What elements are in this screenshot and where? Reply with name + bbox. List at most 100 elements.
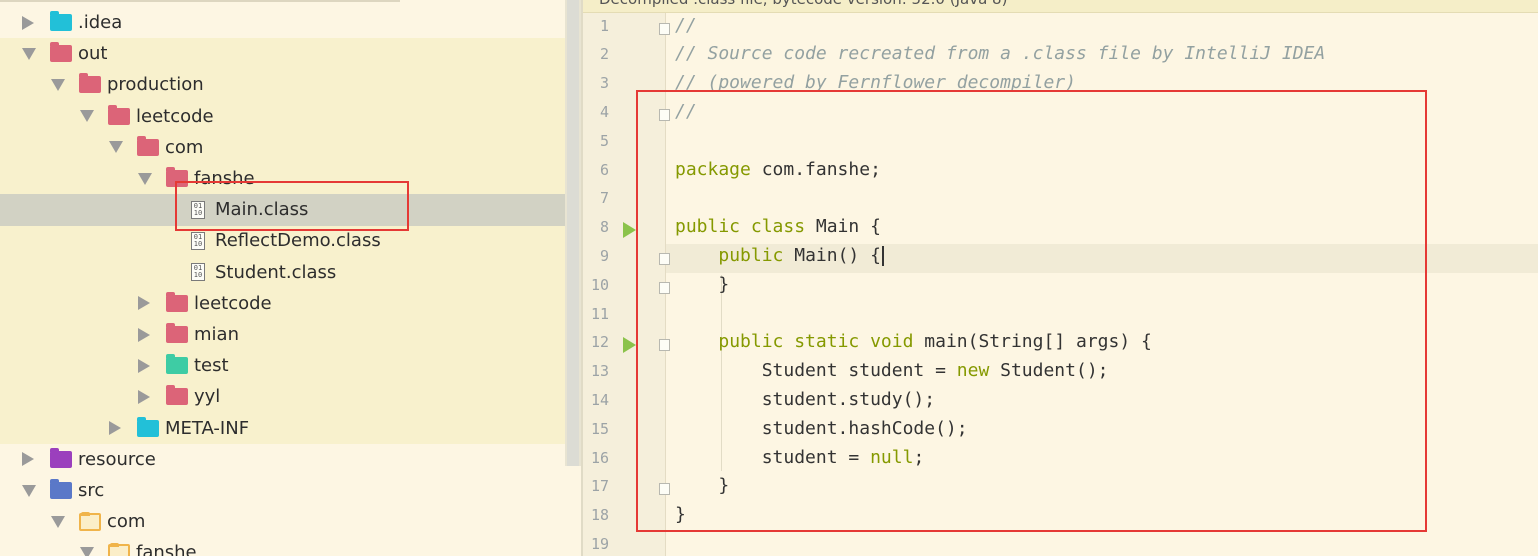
tree-item-resource[interactable]: resource	[22, 444, 156, 475]
tree-arrow-slot	[109, 421, 137, 436]
line-number: 7	[599, 189, 609, 208]
chevron-down-icon[interactable]	[80, 110, 94, 123]
tree-item-fanshe[interactable]: fanshe	[80, 537, 197, 556]
line-number: 4	[599, 102, 609, 121]
tree-item-leetcode[interactable]: leetcode	[138, 288, 272, 319]
run-gutter-icon[interactable]	[623, 337, 636, 354]
test-folder-icon	[166, 354, 188, 375]
tree-arrow-slot	[22, 484, 50, 497]
tree-item-out[interactable]: out	[22, 38, 107, 69]
line-number: 15	[590, 419, 609, 438]
line-number: 13	[590, 362, 609, 381]
line-number: 17	[590, 477, 609, 496]
tree-item-student-class[interactable]: 01 10 Student.class	[167, 257, 336, 288]
tree-item--idea[interactable]: .idea	[22, 7, 122, 38]
line-number: 2	[599, 45, 609, 64]
tree-arrow-slot	[138, 327, 166, 342]
tree-item-meta-inf[interactable]: META-INF	[109, 413, 249, 444]
tree-item-label: leetcode	[194, 292, 272, 314]
tree-item-test[interactable]: test	[138, 350, 229, 381]
folder-icon	[79, 73, 101, 94]
project-tree-panel: .idea out production leetcode com fanshe 01 10 M…	[0, 0, 581, 556]
tree-item-label: .idea	[78, 12, 123, 33]
tree-top-edge	[0, 0, 400, 6]
code-line[interactable]: // Source code recreated from a .class f…	[675, 43, 1325, 64]
tree-arrow-slot	[138, 296, 166, 311]
chevron-right-icon[interactable]	[138, 358, 150, 373]
run-gutter-icon[interactable]	[623, 222, 636, 239]
tree-arrow-slot	[51, 78, 79, 91]
tree-item-label: test	[194, 355, 229, 377]
code-comment: //	[675, 14, 697, 36]
code-line[interactable]: //	[675, 15, 697, 36]
tree-item-label: production	[107, 74, 204, 96]
chevron-down-icon[interactable]	[51, 78, 65, 91]
tree-scrollbar[interactable]	[565, 0, 581, 466]
line-number: 12	[590, 333, 609, 352]
tree-arrow-slot	[138, 358, 166, 373]
tree-item-leetcode[interactable]: leetcode	[80, 101, 214, 132]
tree-item-mian[interactable]: mian	[138, 319, 239, 350]
tree-arrow-slot	[109, 141, 137, 154]
class-file-icon: 01 10	[191, 263, 205, 282]
tree-arrow-slot	[22, 47, 50, 60]
tree-arrow-slot	[80, 110, 108, 123]
chevron-right-icon[interactable]	[22, 15, 34, 30]
class-file-icon: 01 10	[191, 231, 205, 250]
tree-item-label: Student.class	[215, 261, 337, 283]
package-icon	[108, 542, 130, 556]
line-number: 1	[599, 16, 609, 35]
chevron-right-icon[interactable]	[138, 389, 150, 404]
folder-icon	[108, 104, 130, 125]
tree-arrow-slot	[138, 389, 166, 404]
tree-item-label: mian	[194, 324, 239, 345]
line-number: 10	[590, 275, 609, 294]
annotation-box-main-class	[175, 181, 409, 231]
chevron-down-icon[interactable]	[138, 172, 152, 185]
tree-item-label: out	[78, 43, 108, 65]
tree-item-label: fanshe	[136, 542, 197, 556]
tree-arrow-slot	[22, 452, 50, 467]
folder-icon	[166, 291, 188, 312]
chevron-down-icon[interactable]	[22, 484, 36, 497]
tree-item-com[interactable]: com	[109, 132, 203, 163]
folder-icon	[137, 135, 159, 156]
tree-item-com[interactable]: com	[51, 506, 145, 537]
tree-item-label: com	[165, 136, 204, 158]
line-number: 8	[599, 218, 609, 237]
chevron-down-icon[interactable]	[22, 47, 36, 60]
line-number: 9	[599, 246, 609, 265]
tree-item-label: META-INF	[165, 417, 250, 439]
fold-marker-icon[interactable]	[659, 22, 670, 35]
tree-arrow-slot	[80, 546, 108, 556]
chevron-down-icon[interactable]	[80, 546, 94, 556]
chevron-down-icon[interactable]	[51, 515, 65, 528]
meta-folder-icon	[137, 416, 159, 437]
chevron-right-icon[interactable]	[138, 296, 150, 311]
line-number: 18	[590, 506, 609, 525]
source-folder-icon	[50, 479, 72, 499]
line-number: 5	[599, 131, 609, 150]
chevron-down-icon[interactable]	[109, 141, 123, 154]
code-comment: // Source code recreated from a .class f…	[675, 43, 1326, 65]
tree-item-label: src	[78, 480, 105, 501]
chevron-right-icon[interactable]	[138, 327, 150, 342]
tree-arrow-slot	[51, 515, 79, 528]
tree-arrow-slot	[138, 172, 166, 185]
tree-item-src[interactable]: src	[22, 475, 104, 506]
idea-folder-icon	[50, 11, 72, 31]
folder-icon	[166, 323, 188, 343]
tree-item-production[interactable]: production	[51, 69, 204, 100]
tree-scrollbar-thumb[interactable]	[567, 0, 579, 466]
tree-item-label: ReflectDemo.class	[215, 230, 381, 252]
line-number: 11	[590, 304, 609, 323]
resource-folder-icon	[50, 447, 72, 468]
folder-icon	[166, 385, 188, 406]
line-number: 6	[599, 160, 609, 179]
decompiled-banner-text: Decompiled .class file, bytecode version…	[599, 0, 1007, 8]
chevron-right-icon[interactable]	[109, 421, 121, 436]
chevron-right-icon[interactable]	[22, 452, 34, 467]
tree-item-yyl[interactable]: yyl	[138, 381, 220, 412]
line-number: 16	[590, 448, 609, 467]
line-number: 14	[590, 390, 609, 409]
